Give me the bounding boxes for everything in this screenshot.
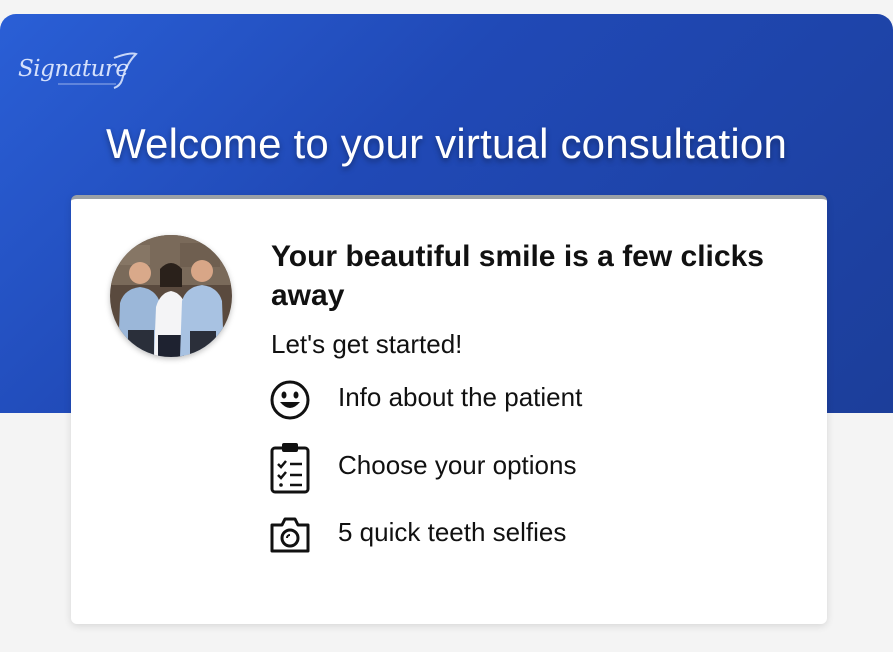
smiley-face-icon xyxy=(269,374,311,422)
clipboard-checklist-icon xyxy=(269,442,311,494)
team-photo-avatar xyxy=(110,235,232,357)
card-subline: Let's get started! xyxy=(271,329,463,359)
consultation-card: Your beautiful smile is a few clicks awa… xyxy=(71,195,827,624)
consultation-page: Signature Welcome to your virtual consul… xyxy=(0,0,893,652)
step-label: Info about the patient xyxy=(338,382,583,412)
logo-swoosh-icon xyxy=(58,52,138,89)
signature-logo[interactable]: Signature xyxy=(18,46,138,96)
camera-icon xyxy=(269,509,311,557)
page-title: Welcome to your virtual consultation xyxy=(105,120,788,167)
step-label: Choose your options xyxy=(338,450,577,480)
step-teeth-selfies: 5 quick teeth selfies xyxy=(269,509,769,557)
card-headline: Your beautiful smile is a few clicks awa… xyxy=(271,240,764,312)
step-label: 5 quick teeth selfies xyxy=(338,517,567,547)
step-choose-options: Choose your options xyxy=(269,442,769,494)
step-patient-info: Info about the patient xyxy=(269,374,769,422)
